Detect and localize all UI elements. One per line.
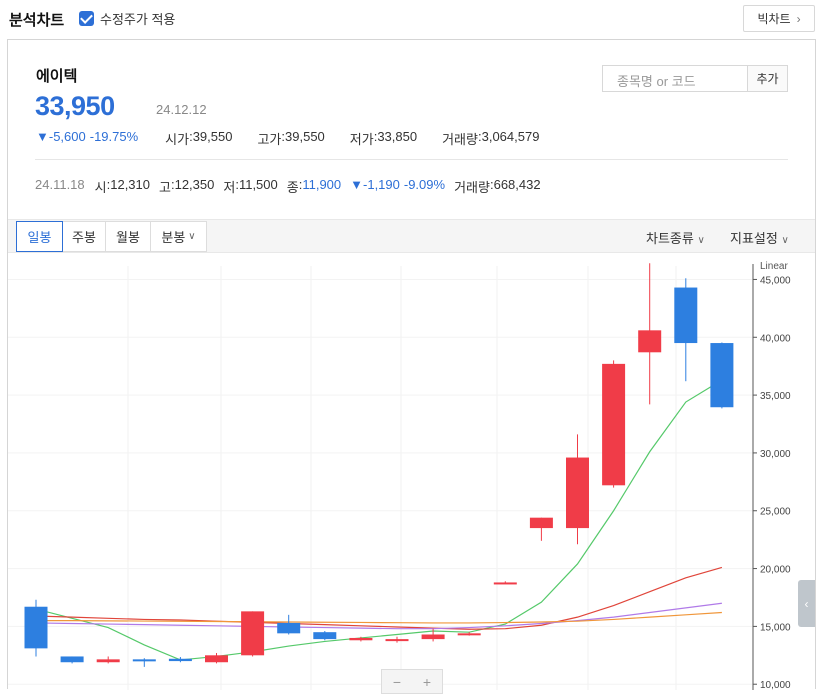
moving-average-line [35,602,722,630]
y-tick-label: 45,000 [760,275,791,286]
adjusted-price-toggle[interactable]: 수정주가 적용 [79,9,175,28]
price-summary: ▼-5,600 -19.75% 시가: 39,550 고가: 39,550 저가… [36,129,540,147]
divider [35,159,788,160]
indicator-menu[interactable]: 지표설정 ∨ [730,228,789,247]
hover-close: 11,900 [302,177,342,192]
chart-type-label: 차트종류 [646,231,694,246]
low-value: 33,850 [377,129,418,144]
hover-volume-label: 거래량 [454,180,490,195]
top-bar: 분석차트 수정주가 적용 빅차트 › [0,0,818,38]
price-date: 24.12.12 [156,102,207,117]
candle-body [385,639,409,642]
candle-body [457,633,481,636]
candle-body [493,582,517,585]
zoom-out-icon[interactable]: − [382,670,412,693]
y-tick-label: 20,000 [760,565,791,576]
moving-average-line [35,566,723,630]
chevron-down-icon: ∨ [781,235,789,246]
tab-daily[interactable]: 일봉 [16,221,63,252]
chart-panel: 에이텍 33,950 24.12.12 종목명 or 코드 추가 ▼-5,600… [7,39,816,694]
period-tabs-bar: 일봉 주봉 월봉 분봉 ∨ 차트종류 ∨ 지표설정 ∨ [8,219,815,253]
open-label: 시가 [165,132,190,147]
y-tick-label: 40,000 [760,333,791,344]
high-label: 고가 [257,132,282,147]
moving-average-line [36,611,722,624]
open-value: 39,550 [192,129,233,144]
hover-date: 24.11.18 [35,177,85,192]
volume-label: 거래량 [442,132,478,147]
indicator-label: 지표설정 [730,231,778,246]
current-price: 33,950 [35,91,115,121]
chart-type-menu[interactable]: 차트종류 ∨ [646,228,705,247]
candle-body [421,634,445,640]
candle-body [168,658,192,662]
candle-body [313,632,337,640]
tab-weekly[interactable]: 주봉 [62,221,106,252]
y-tick-label: 35,000 [760,391,791,402]
candle-body [241,611,265,656]
chevron-down-icon: ∨ [188,231,196,242]
hover-close-label: 종 [286,180,299,195]
low-label: 저가 [349,132,374,147]
hover-change-percent: -9.09% [403,177,446,192]
hover-volume: 668,432 [493,177,541,192]
page-title: 분석차트 [9,12,65,29]
checkbox-icon[interactable] [79,11,94,26]
scale-label: Linear [760,261,788,272]
chart-svg[interactable]: Linear 45,000 40,000 35,000 30,000 25,000 20,0… [8,254,815,691]
candle-body [529,517,553,529]
chevron-left-icon: ‹ [804,596,809,611]
hover-open: 12,310 [110,177,150,192]
stock-name: 에이텍 [36,68,78,85]
chevron-down-icon: ∨ [697,235,705,246]
candle-body [602,363,626,486]
volume-value: 3,064,579 [481,129,540,144]
hover-open-label: 시 [94,180,107,195]
hover-ohlc: 24.11.18 시: 12,310 고: 12,350 저: 11,500 종… [35,177,541,195]
hover-change: ▼-1,190 [350,177,400,192]
big-chart-label: 빅차트 [757,12,791,26]
add-button[interactable]: 추가 [747,65,788,92]
high-value: 39,550 [285,129,325,144]
candle-body [710,343,734,408]
candle-body [674,287,698,344]
big-chart-button[interactable]: 빅차트 › [743,5,815,32]
change-value: ▼-5,600 [36,129,86,144]
y-tick-label: 10,000 [760,680,791,690]
candle-body [566,457,589,529]
candle-body [205,655,228,663]
hover-low-label: 저 [223,180,236,195]
zoom-control[interactable]: − + [381,669,443,694]
zoom-in-icon[interactable]: + [412,670,442,693]
hover-high-label: 고 [159,180,171,195]
candle-body [24,606,48,649]
hover-high: 12,350 [174,177,215,192]
stock-search-input[interactable]: 종목명 or 코드 [602,65,748,92]
y-tick-label: 30,000 [760,449,791,460]
tab-minute-label: 분봉 [161,230,186,245]
candle-body [132,659,156,662]
side-panel-handle[interactable]: ‹ [798,580,815,627]
chevron-right-icon: › [796,11,801,26]
tab-minute[interactable]: 분봉 ∨ [150,221,207,252]
candle-body [96,659,120,663]
hover-low: 11,500 [238,177,278,192]
y-tick-label: 25,000 [760,507,791,518]
candle-body [277,622,301,634]
tab-monthly[interactable]: 월봉 [105,221,151,252]
y-tick-label: 15,000 [760,622,791,633]
adjusted-price-label: 수정주가 적용 [100,12,176,27]
candle-body [349,637,373,641]
candlestick-chart[interactable]: Linear 45,000 40,000 35,000 30,000 25,000 20,0… [8,254,815,691]
candle-body [638,330,662,353]
change-percent: -19.75% [89,129,139,144]
candle-body [60,656,84,663]
